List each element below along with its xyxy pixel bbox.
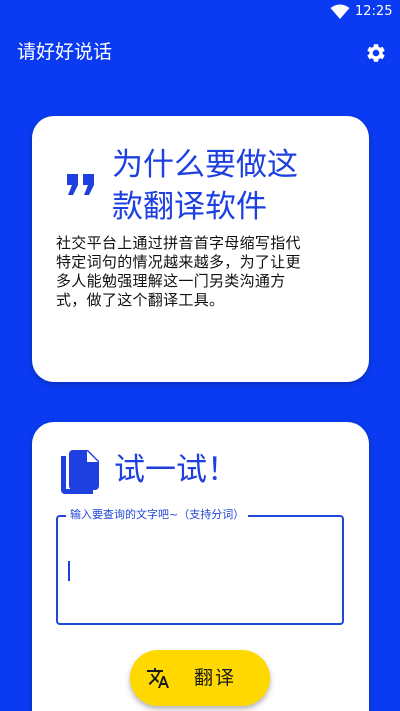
gear-icon (367, 44, 385, 62)
translate-button[interactable]: 翻译 (130, 650, 270, 706)
why-title-line2: 款翻译软件 (112, 189, 267, 225)
try-title: 试一试！ (114, 452, 238, 488)
query-input[interactable]: 输入要查询的文字吧~（支持分词） (56, 507, 344, 625)
app-title: 请好好说话 (17, 41, 113, 63)
why-title: 为什么要做这 款翻译软件 (112, 144, 352, 228)
wifi-icon (330, 4, 350, 19)
app-bar: 请好好说话 (0, 24, 400, 80)
translate-button-label: 翻译 (194, 667, 237, 689)
text-caret (68, 561, 70, 581)
quote-icon (67, 174, 94, 195)
why-body: 社交平台上通过拼音首字母缩写指代 特定词句的情况越来越多，为了让更 多人能勉强理… (56, 234, 346, 310)
status-time: 12:25 (355, 4, 393, 19)
try-card: 试一试！ 输入要查询的文字吧~（支持分词） 翻译 (32, 422, 369, 711)
screen: 12:25 请好好说话 为什么要做这 款翻译软件 社交平台上通过拼音首字母缩写指… (0, 0, 400, 711)
query-input-label: 输入要查询的文字吧~（支持分词） (66, 507, 249, 523)
copy-document-icon (61, 450, 99, 494)
why-body-line: 多人能勉强理解这一门另类沟通方 (56, 272, 286, 290)
why-body-line: 特定词句的情况越来越多，为了让更 (56, 253, 301, 271)
translate-icon (147, 668, 169, 688)
why-card: 为什么要做这 款翻译软件 社交平台上通过拼音首字母缩写指代 特定词句的情况越来越… (32, 116, 369, 382)
why-body-line: 式，做了这个翻译工具。 (56, 291, 225, 309)
why-body-line: 社交平台上通过拼音首字母缩写指代 (56, 234, 301, 252)
why-title-line1: 为什么要做这 (112, 147, 298, 183)
status-bar: 12:25 (0, 0, 400, 24)
settings-button[interactable] (362, 39, 390, 67)
